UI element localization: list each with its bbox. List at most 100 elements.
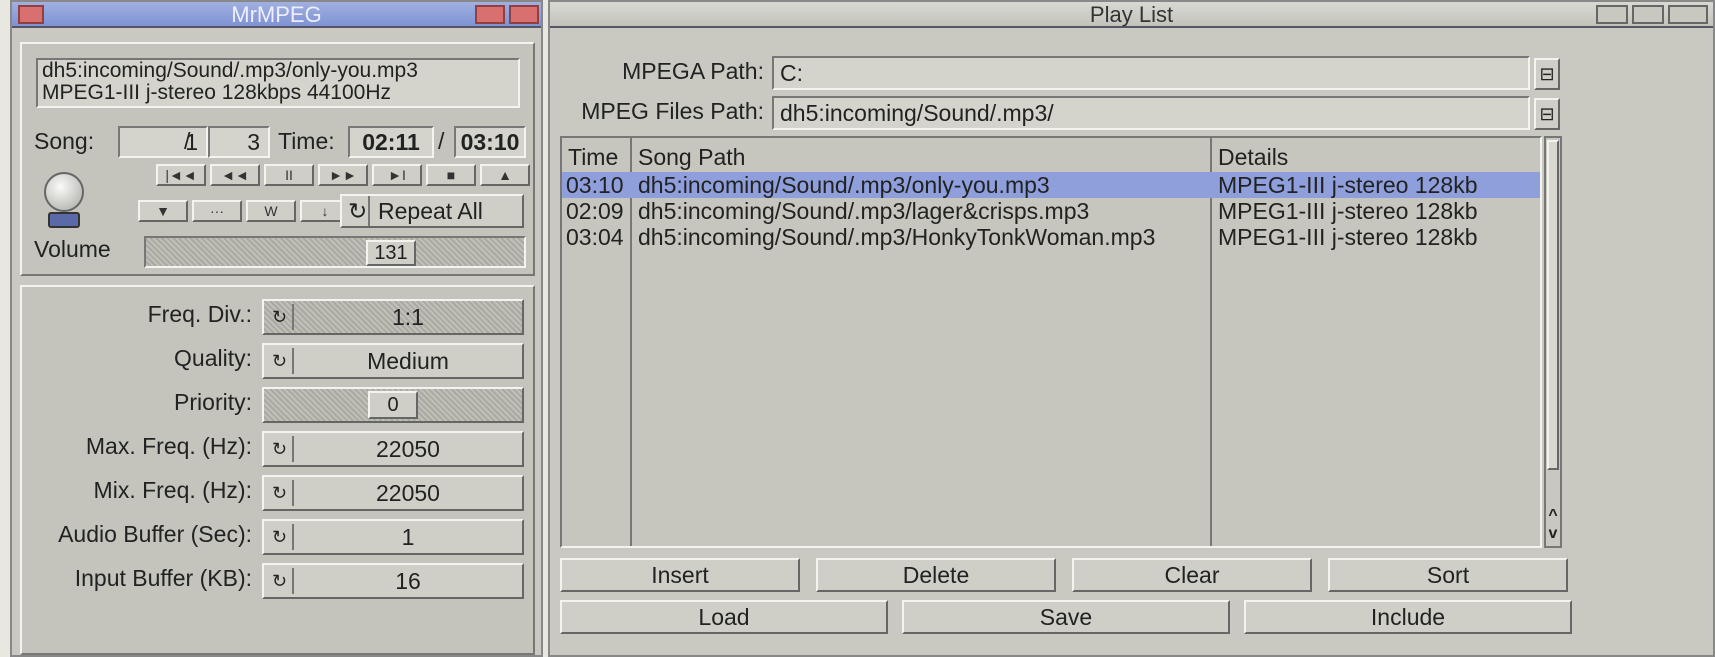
setting-value: 16 [395, 568, 421, 594]
delete-button[interactable]: Delete [816, 558, 1056, 592]
pause-button[interactable]: II [264, 164, 314, 186]
insert-button[interactable]: Insert [560, 558, 800, 592]
window-title: Play List [1089, 2, 1174, 27]
clear-button[interactable]: Clear [1072, 558, 1312, 592]
setting-cycle-gadget[interactable]: ↻ 22050 [262, 431, 524, 467]
mpega-path-input[interactable]: C: [772, 56, 1530, 90]
save-button[interactable]: Save [902, 600, 1230, 634]
fast-forward-button[interactable]: ►► [318, 164, 368, 186]
wave-mode-button[interactable]: W [246, 200, 296, 222]
cycle-icon: ↻ [272, 524, 294, 550]
cycle-icon: ↻ [272, 436, 294, 462]
skip-start-button[interactable]: |◄◄ [156, 164, 206, 186]
cycle-icon: ↻ [272, 304, 294, 330]
track-info-display: dh5:incoming/Sound/.mp3/only-you.mp3 MPE… [36, 58, 520, 108]
scroll-down-arrow-icon[interactable]: v [1546, 526, 1560, 542]
setting-value: 1:1 [392, 304, 424, 330]
column-header-song-path[interactable]: Song Path [638, 144, 1208, 170]
column-header-details[interactable]: Details [1218, 144, 1538, 170]
playlist-titlebar[interactable]: Play List [550, 2, 1713, 28]
depth-gadget-icon[interactable] [1668, 5, 1708, 24]
cycle-icon: ↻ [272, 480, 294, 506]
track-info-line: MPEG1-III j-stereo 128kbps 44100Hz [42, 81, 392, 104]
setting-cycle-gadget[interactable]: ↻ 1:1 [262, 299, 524, 335]
cell-details: MPEG1-III j-stereo 128kb [1218, 224, 1478, 250]
setting-label: Freq. Div.: [147, 301, 252, 327]
setting-value: Medium [367, 348, 449, 374]
zoom-gadget-icon[interactable] [475, 5, 505, 24]
random-button[interactable]: ··· [192, 200, 242, 222]
depth-gadget-icon[interactable] [509, 5, 539, 24]
cell-details: MPEG1-III j-stereo 128kb [1218, 172, 1478, 198]
playlist-window: Play List MPEGA Path: C: ⊟ MPEG Files Pa… [548, 0, 1715, 657]
include-button[interactable]: Include [1244, 600, 1572, 634]
setting-cycle-gadget[interactable]: ↻ 1 [262, 519, 524, 555]
playlist-row[interactable]: 02:09 dh5:incoming/Sound/.mp3/lager&crisp… [562, 198, 1540, 224]
setting-cycle-gadget[interactable]: 0 [262, 387, 524, 423]
list-header: Time Song Path Details [562, 144, 1540, 170]
playlist-row[interactable]: 03:10 dh5:incoming/Sound/.mp3/only-you.mp… [562, 172, 1540, 198]
priority-slider-knob[interactable]: 0 [368, 391, 418, 419]
eject-button[interactable]: ▲ [480, 164, 530, 186]
volume-slider[interactable]: 131 [144, 236, 526, 268]
setting-label: Input Buffer (KB): [74, 565, 252, 591]
repeat-all-cycle[interactable]: ↻ Repeat All [340, 194, 524, 228]
cycle-icon: ↻ [272, 568, 294, 594]
mrmpeg-titlebar[interactable]: MrMPEG [12, 2, 541, 28]
cycle-icon: ↻ [348, 196, 370, 226]
setting-cycle-gadget[interactable]: ↻ 16 [262, 563, 524, 599]
setting-label: Audio Buffer (Sec): [58, 521, 252, 547]
zoom-gadget-icon[interactable] [1596, 5, 1628, 24]
time-label: Time: [278, 128, 335, 154]
load-button[interactable]: Load [560, 600, 888, 634]
setting-label: Priority: [174, 389, 252, 415]
mpega-path-label: MPEGA Path: [622, 58, 764, 84]
song-total-field: 3 [208, 126, 270, 158]
cycle-icon: ↻ [272, 348, 294, 374]
cell-time: 02:09 [566, 198, 624, 224]
song-separator: / [184, 128, 191, 154]
cell-path: dh5:incoming/Sound/.mp3/lager&crisps.mp3 [638, 198, 1090, 224]
setting-cycle-gadget[interactable]: ↻ 22050 [262, 475, 524, 511]
mrmpeg-window: MrMPEG dh5:incoming/Sound/.mp3/only-you.… [10, 0, 543, 657]
scroll-up-arrow-icon[interactable]: ^ [1546, 508, 1560, 524]
resize-gadget-icon[interactable] [1632, 5, 1664, 24]
rewind-button[interactable]: ◄◄ [210, 164, 260, 186]
cell-path: dh5:incoming/Sound/.mp3/HonkyTonkWoman.m… [638, 224, 1156, 250]
window-title: MrMPEG [231, 2, 322, 27]
mpega-path-lock-icon[interactable]: ⊟ [1534, 58, 1560, 90]
settings-panel: Freq. Div.: ↻ 1:1 Quality: ↻ Medium Priority: 0… [20, 285, 535, 655]
scrollbar-knob[interactable] [1547, 140, 1559, 470]
sort-button[interactable]: Sort [1328, 558, 1568, 592]
setting-label: Quality: [174, 345, 252, 371]
volume-knob-icon[interactable] [42, 172, 86, 236]
cell-time: 03:04 [566, 224, 624, 250]
skip-end-button[interactable]: ►I [372, 164, 422, 186]
time-separator: / [438, 128, 445, 154]
playlist-scrollbar[interactable]: ^ v [1544, 136, 1562, 548]
setting-value: 22050 [376, 436, 440, 462]
playlist-listview[interactable]: Time Song Path Details 03:10 dh5:incoming… [560, 136, 1542, 548]
setting-label: Max. Freq. (Hz): [85, 433, 252, 459]
stop-button[interactable]: ■ [426, 164, 476, 186]
mpeg-files-path-label: MPEG Files Path: [581, 98, 764, 124]
mpeg-files-path-input[interactable]: dh5:incoming/Sound/.mp3/ [772, 96, 1530, 130]
repeat-label: Repeat All [378, 198, 483, 224]
setting-label: Mix. Freq. (Hz): [93, 477, 252, 503]
song-label: Song: [34, 128, 95, 154]
cell-time: 03:10 [566, 172, 624, 198]
track-file-line: dh5:incoming/Sound/.mp3/only-you.mp3 [42, 59, 418, 82]
player-panel: dh5:incoming/Sound/.mp3/only-you.mp3 MPE… [20, 42, 535, 276]
volume-slider-knob[interactable]: 131 [366, 240, 416, 266]
cell-details: MPEG1-III j-stereo 128kb [1218, 198, 1478, 224]
setting-value: 1 [401, 524, 415, 550]
playlist-row[interactable]: 03:04 dh5:incoming/Sound/.mp3/HonkyTonkWo… [562, 224, 1540, 250]
volume-label: Volume [34, 236, 111, 262]
open-list-button[interactable]: ▼ [138, 200, 188, 222]
setting-value: 22050 [376, 480, 440, 506]
mpeg-files-path-lock-icon[interactable]: ⊟ [1534, 98, 1560, 130]
song-current-field: 1 [118, 126, 208, 158]
setting-cycle-gadget[interactable]: ↻ Medium [262, 343, 524, 379]
column-header-time[interactable]: Time [568, 144, 628, 170]
time-elapsed-field: 02:11 [348, 126, 434, 158]
